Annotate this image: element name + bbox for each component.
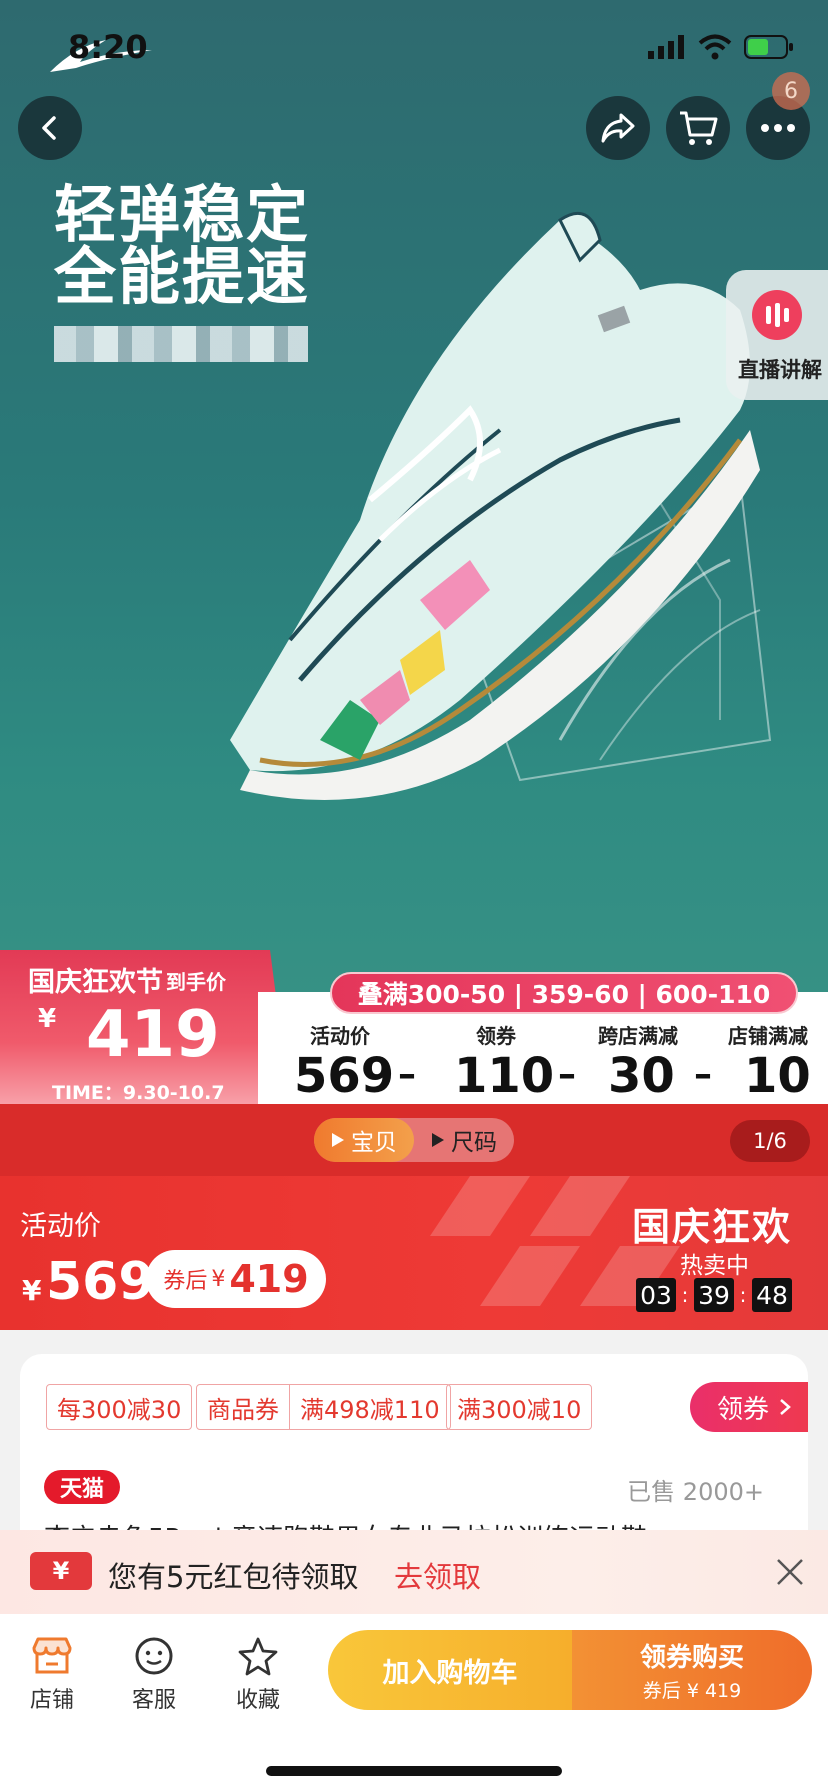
calc-operator: – <box>694 1054 712 1095</box>
get-coupon-label: 领券 <box>716 1394 769 1425</box>
hero-slogan: 轻弹稳定 全能提速 <box>54 184 310 308</box>
service-icon <box>135 1637 173 1675</box>
calc-label: 店铺满减 <box>728 1024 808 1048</box>
cart-button[interactable] <box>666 96 730 160</box>
sold-count: 已售 2000+ <box>627 1478 764 1506</box>
favorite-label: 收藏 <box>235 1688 280 1713</box>
red-packet-text: 您有5元红包待领取 <box>108 1560 359 1594</box>
chevron-left-icon <box>42 116 56 140</box>
play-icon <box>432 1133 444 1147</box>
festival-sub: 到手价 <box>166 970 226 994</box>
bottom-action-bar: 店铺 客服 收藏 加入购物车 领券购买 券后 ¥ 419 <box>0 1614 828 1792</box>
event-status: 热卖中 <box>680 1253 749 1279</box>
chevron-right-icon <box>780 1399 791 1415</box>
live-explain-button[interactable]: 直播讲解 <box>726 270 828 400</box>
status-time: 8:20 <box>68 28 148 66</box>
red-packet-notice: ¥ 您有5元红包待领取 去领取 <box>0 1530 828 1614</box>
buy-with-coupon-button[interactable]: 领券购买 券后 ¥ 419 <box>572 1630 812 1710</box>
activity-price-label: 活动价 <box>20 1211 101 1242</box>
calc-label: 活动价 <box>310 1024 370 1048</box>
event-title: 国庆狂欢 <box>632 1205 793 1249</box>
slogan-line-2: 全能提速 <box>54 240 311 313</box>
signal-icon <box>648 35 684 59</box>
more-icon <box>761 124 795 132</box>
customer-service-button[interactable]: 客服 <box>114 1636 194 1726</box>
page-indicator: 1/6 <box>730 1120 810 1162</box>
status-bar: 8:20 <box>0 0 828 100</box>
wifi-icon <box>698 34 732 60</box>
play-icon <box>332 1133 344 1147</box>
live-explain-label: 直播讲解 <box>738 358 822 382</box>
message-count-badge: 6 <box>772 72 810 110</box>
festival-price-box: 国庆狂欢节 到手价 ¥ 419 TIME：9.30-10.7 <box>0 950 290 1104</box>
promo-tag[interactable]: 满300减10 <box>446 1384 593 1430</box>
after-coupon-label: 券后 <box>163 1269 208 1294</box>
after-coupon-price: 券后 ¥ 419 <box>146 1250 326 1308</box>
share-button[interactable] <box>586 96 650 160</box>
buy-sub-label: 券后 ¥ 419 <box>642 1680 742 1702</box>
close-icon[interactable] <box>770 1552 810 1592</box>
tab-size-label: 尺码 <box>451 1130 497 1156</box>
countdown-timer: 03 : 39 : 48 <box>636 1278 792 1312</box>
calc-label: 领券 <box>476 1024 516 1048</box>
slogan-line-1: 轻弹稳定 <box>54 178 311 251</box>
buy-main-label: 领券购买 <box>639 1643 744 1673</box>
claim-red-packet-link[interactable]: 去领取 <box>394 1554 481 1596</box>
festival-yen: ¥ <box>38 1004 57 1034</box>
share-icon <box>601 113 635 143</box>
calc-value: 569 <box>294 1048 395 1104</box>
calc-values: 569 – 110 – 30 – 10 <box>258 1048 828 1104</box>
after-coupon-value: 419 <box>229 1257 309 1301</box>
shop-button[interactable]: 店铺 <box>12 1636 92 1726</box>
shop-label: 店铺 <box>29 1688 74 1713</box>
stack-offer-pill: 叠满300-50 | 359-60 | 600-110 <box>330 972 798 1014</box>
red-packet-icon: ¥ <box>30 1552 92 1590</box>
countdown-hours: 03 <box>636 1278 676 1312</box>
get-coupon-button[interactable]: 领券 <box>690 1382 808 1432</box>
service-label: 客服 <box>131 1688 176 1713</box>
cart-icon <box>680 111 718 145</box>
shop-icon <box>32 1637 72 1674</box>
promo-tag: 满498减110 <box>289 1385 450 1429</box>
live-bars-icon <box>752 290 802 340</box>
tab-video[interactable]: 宝贝 <box>314 1118 414 1162</box>
price-banner: 活动价 ¥ 569 券后 ¥ 419 国庆狂欢 热卖中 03 : 39 : 48 <box>0 1176 828 1330</box>
calc-value: 10 <box>744 1048 811 1104</box>
back-button[interactable] <box>18 96 82 160</box>
gallery-bar: 宝贝 尺码 1/6 <box>0 1104 828 1176</box>
calc-label: 跨店满减 <box>598 1024 678 1048</box>
blurred-brand-text <box>54 326 308 362</box>
festival-title: 国庆狂欢节 <box>28 967 163 998</box>
activity-price-yen: ¥ <box>22 1274 42 1307</box>
festival-time: TIME：9.30-10.7 <box>52 1082 225 1104</box>
product-info-card: 每300减30 商品券 满498减110 满300减10 领券 天猫 已售 20… <box>20 1354 808 1534</box>
home-indicator <box>266 1766 562 1776</box>
after-coupon-yen: ¥ <box>211 1266 226 1292</box>
add-to-cart-button[interactable]: 加入购物车 <box>328 1630 572 1710</box>
promo-tag[interactable]: 每300减30 <box>46 1384 193 1430</box>
tmall-badge: 天猫 <box>44 1470 120 1504</box>
tab-video-label: 宝贝 <box>351 1130 397 1156</box>
calc-value: 30 <box>608 1048 675 1104</box>
product-image-gallery[interactable]: 8:20 6 轻弹稳定 全能提速 直播讲解 国庆狂欢节 到手价 ¥ 419 TI… <box>0 0 828 1104</box>
countdown-minutes: 39 <box>694 1278 734 1312</box>
festival-price: 419 <box>86 998 220 1072</box>
promo-tag: 商品券 <box>207 1395 279 1424</box>
battery-icon <box>744 35 793 59</box>
countdown-seconds: 48 <box>752 1278 792 1312</box>
activity-price: 569 <box>46 1252 155 1312</box>
calc-operator: – <box>558 1054 576 1095</box>
media-switch: 宝贝 尺码 <box>314 1118 514 1162</box>
calc-labels: 活动价 领券 跨店满减 店铺满减 <box>258 1020 828 1050</box>
star-icon <box>238 1637 278 1676</box>
calc-operator: – <box>398 1054 416 1095</box>
calc-value: 110 <box>454 1048 555 1104</box>
promo-tag-split[interactable]: 商品券 满498减110 <box>196 1384 451 1430</box>
tab-size[interactable]: 尺码 <box>414 1118 514 1162</box>
favorite-button[interactable]: 收藏 <box>218 1636 298 1726</box>
